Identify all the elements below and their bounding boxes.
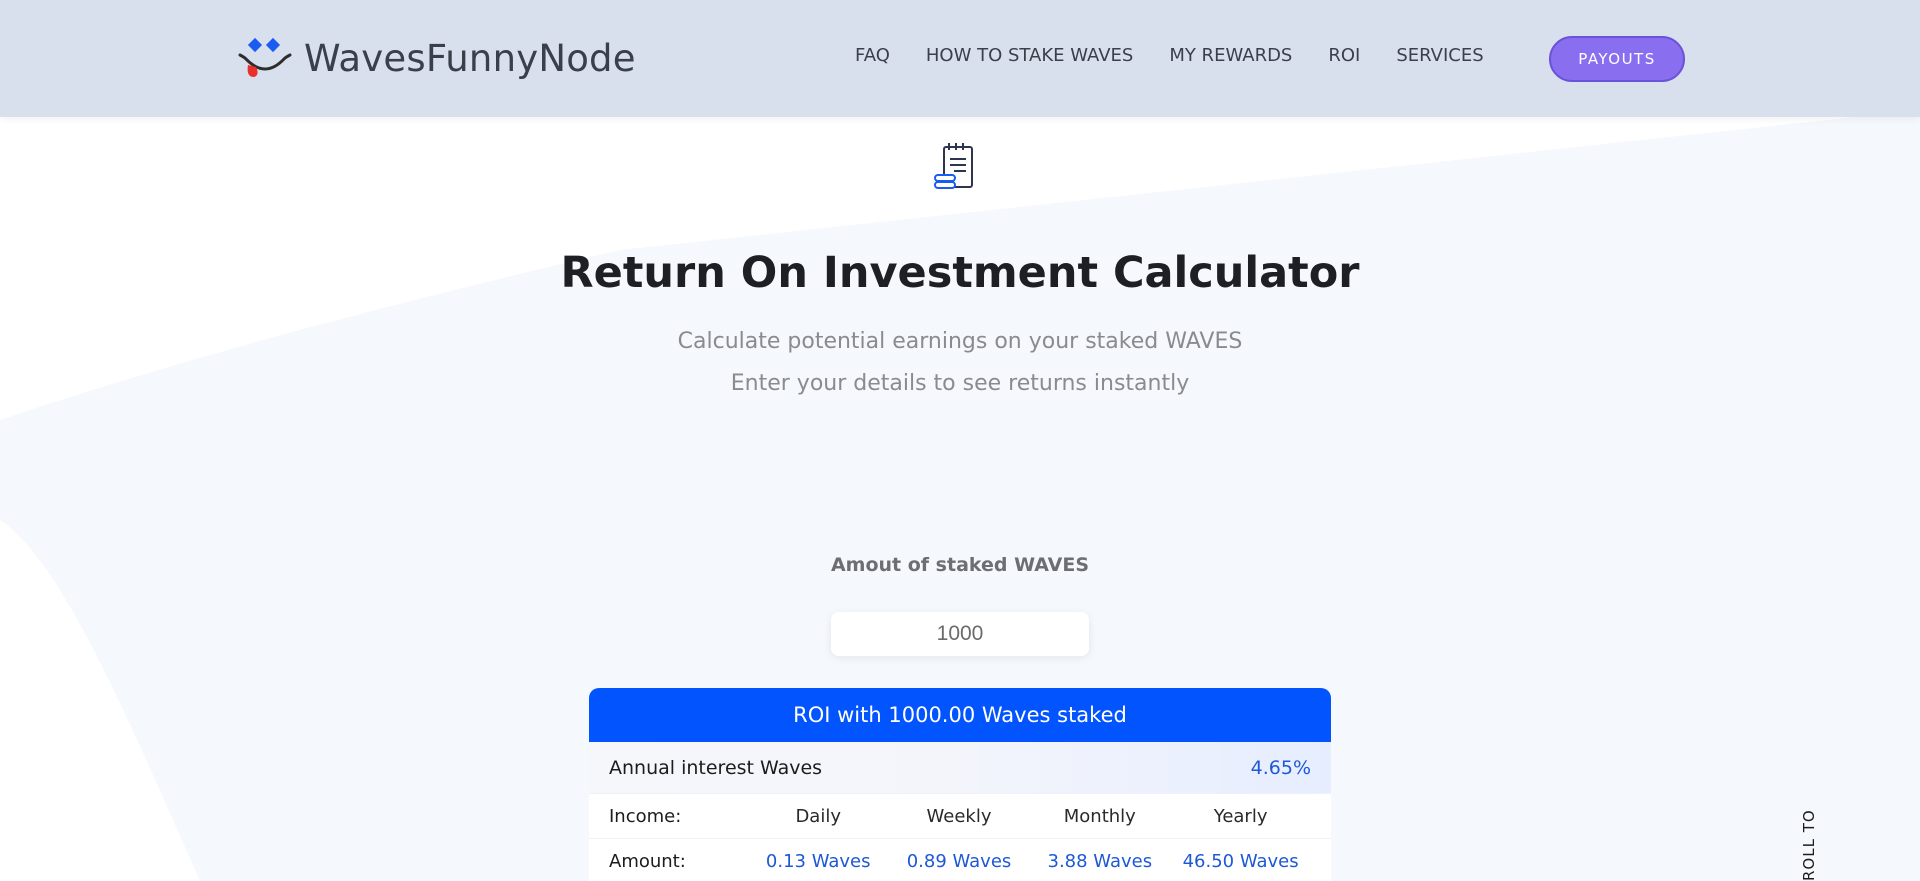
- smiley-face-logo-icon: [238, 37, 292, 77]
- page-title: Return On Investment Calculator: [560, 248, 1360, 298]
- annual-interest-row: Annual interest Waves 4.65%: [589, 742, 1331, 794]
- page-subtitle: Calculate potential earnings on your sta…: [677, 329, 1243, 354]
- site-header: WavesFunnyNode FAQ HOW TO STAKE WAVES MY…: [0, 0, 1920, 117]
- amount-yearly: 46.50 Waves: [1182, 850, 1299, 872]
- page-subtitle-secondary: Enter your details to see returns instan…: [730, 371, 1190, 396]
- calculator-notepad-icon: [934, 143, 973, 189]
- amount-label: Amount:: [609, 850, 686, 872]
- nav-item-how-to-stake[interactable]: HOW TO STAKE WAVES: [926, 45, 1133, 66]
- income-periods-row: Income: Daily Weekly Monthly Yearly: [589, 794, 1331, 839]
- nav-item-my-rewards[interactable]: MY REWARDS: [1169, 45, 1292, 66]
- nav-item-faq[interactable]: FAQ: [855, 45, 890, 66]
- period-daily: Daily: [795, 805, 841, 827]
- income-amounts-row: Amount: 0.13 Waves 0.89 Waves 3.88 Waves…: [589, 839, 1331, 881]
- brand-logo[interactable]: WavesFunnyNode: [236, 36, 636, 80]
- annual-interest-value: 4.65%: [1250, 756, 1311, 779]
- staked-amount-input[interactable]: [831, 612, 1089, 656]
- scroll-top-link[interactable]: ROLL TOP: [1800, 808, 1818, 881]
- roi-results-card: ROI with 1000.00 Waves staked Annual int…: [589, 688, 1331, 881]
- period-weekly: Weekly: [926, 805, 992, 827]
- nav-item-services[interactable]: SERVICES: [1396, 45, 1483, 66]
- roi-card-title: ROI with 1000.00 Waves staked: [589, 688, 1331, 742]
- amount-weekly: 0.89 Waves: [906, 850, 1012, 872]
- nav-item-roi[interactable]: ROI: [1328, 45, 1360, 66]
- payouts-button[interactable]: PAYOUTS: [1549, 36, 1685, 82]
- staked-amount-label: Amout of staked WAVES: [830, 554, 1090, 576]
- amount-daily: 0.13 Waves: [765, 850, 871, 872]
- income-label: Income:: [609, 805, 682, 827]
- brand-name: WavesFunnyNode: [304, 36, 636, 80]
- annual-interest-label: Annual interest Waves: [609, 756, 823, 779]
- period-monthly: Monthly: [1063, 805, 1136, 827]
- amount-monthly: 3.88 Waves: [1047, 850, 1153, 872]
- main-nav: FAQ HOW TO STAKE WAVES MY REWARDS ROI SE…: [855, 45, 1520, 66]
- period-yearly: Yearly: [1213, 805, 1268, 827]
